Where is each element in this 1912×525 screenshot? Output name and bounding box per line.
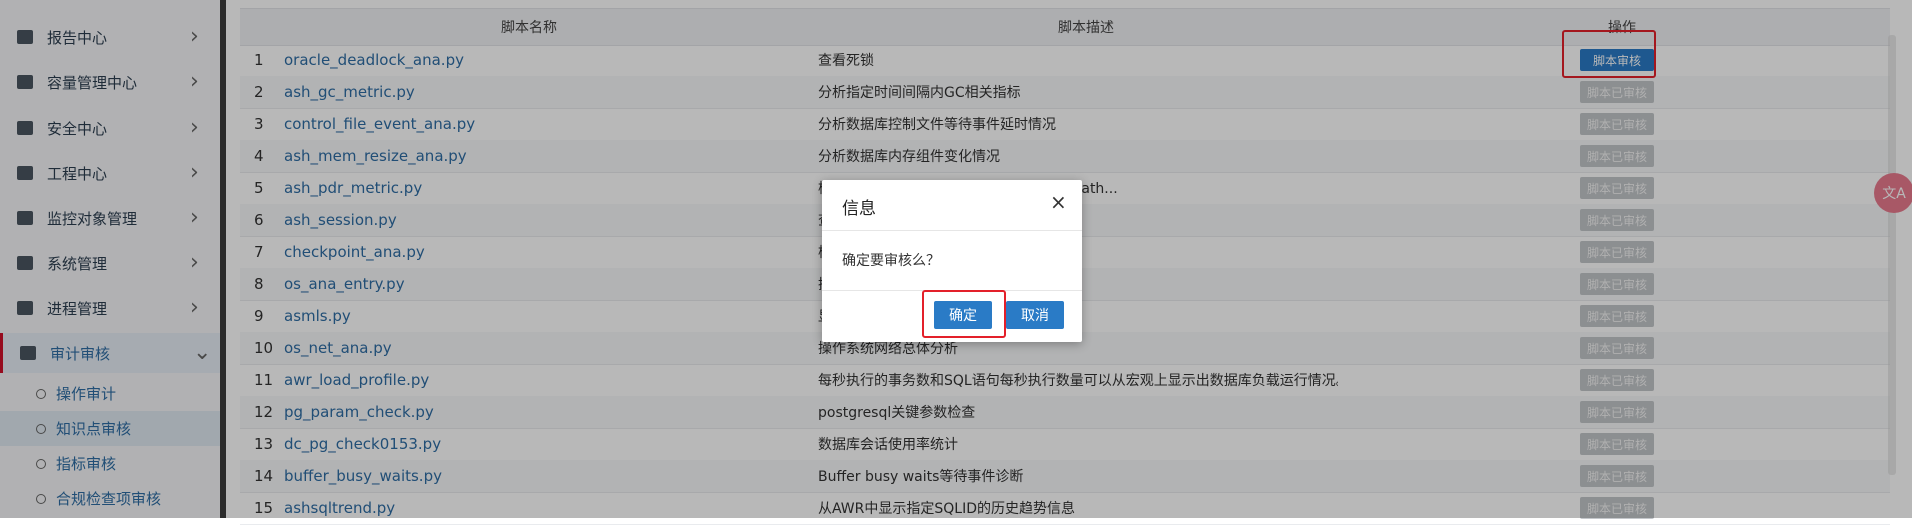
dialog-title: 信息 — [842, 199, 876, 219]
confirm-dialog: 信息 × 确定要审核么？ 确定 取消 — [822, 180, 1082, 342]
close-icon[interactable]: × — [1050, 190, 1067, 214]
divider — [822, 230, 1082, 231]
highlight-box — [922, 290, 1006, 338]
cancel-button[interactable]: 取消 — [1006, 301, 1064, 329]
dialog-message: 确定要审核么？ — [842, 253, 940, 269]
